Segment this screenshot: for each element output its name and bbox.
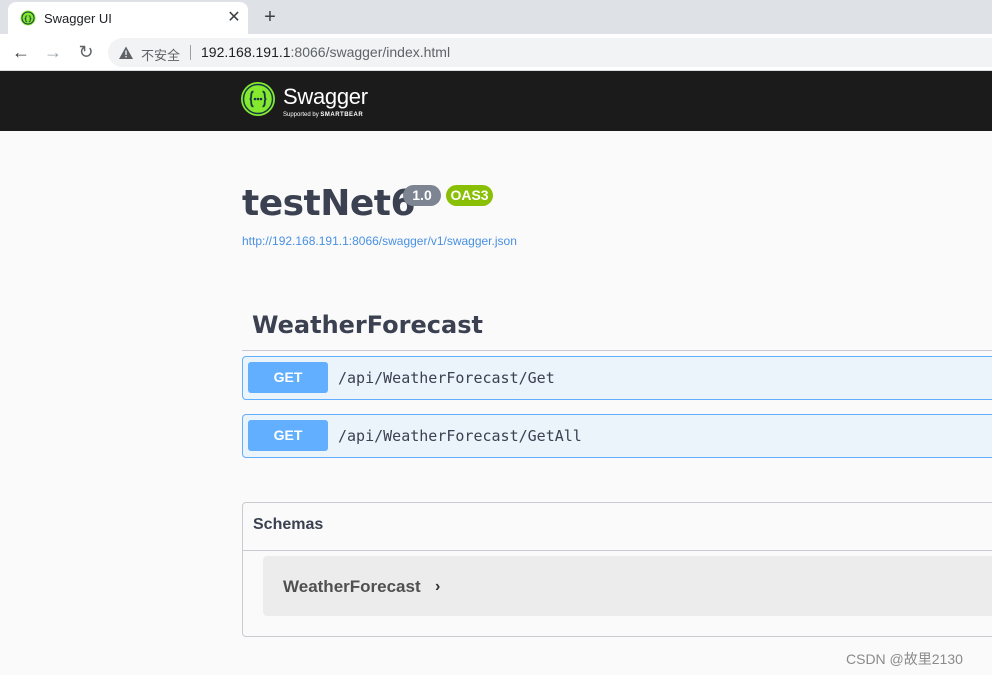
logo-sub-prefix: Supported by	[283, 112, 321, 118]
browser-tab-strip: {} Swagger UI ✕ +	[0, 0, 992, 34]
close-tab-icon[interactable]: ✕	[224, 8, 244, 28]
swagger-logo[interactable]: Swagger Supported by SMARTBEAR	[241, 82, 391, 122]
operation-get-weather[interactable]: GET /api/WeatherForecast/Get	[242, 356, 992, 400]
schemas-divider	[243, 550, 992, 551]
spec-url-link[interactable]: http://192.168.191.1:8066/swagger/v1/swa…	[242, 234, 517, 248]
schemas-section: Schemas WeatherForecast ›	[242, 502, 992, 637]
schemas-title[interactable]: Schemas	[253, 516, 323, 534]
version-badge: 1.0	[403, 185, 441, 206]
url-host: 192.168.191.1	[201, 44, 291, 60]
omnibox-divider	[190, 45, 191, 60]
url-text[interactable]: 192.168.191.1:8066/swagger/index.html	[201, 44, 450, 60]
tag-title[interactable]: WeatherForecast	[252, 311, 483, 339]
url-path: :8066/swagger/index.html	[290, 44, 451, 60]
api-title: testNet6	[242, 183, 416, 224]
method-badge: GET	[248, 362, 328, 393]
operation-path: /api/WeatherForecast/GetAll	[338, 427, 582, 445]
browser-toolbar: ← → ↻ 不安全 192.168.191.1:8066/swagger/ind…	[0, 34, 992, 71]
operation-path: /api/WeatherForecast/Get	[338, 369, 555, 387]
swagger-favicon-icon: {}	[20, 10, 36, 26]
tab-title: Swagger UI	[44, 11, 112, 26]
svg-text:{}: {}	[24, 15, 32, 23]
security-label[interactable]: 不安全	[141, 45, 180, 64]
swagger-topbar: Swagger Supported by SMARTBEAR	[0, 71, 992, 131]
tag-divider	[242, 350, 992, 351]
operation-get-all-weather[interactable]: GET /api/WeatherForecast/GetAll	[242, 414, 992, 458]
watermark: CSDN @故里2130	[846, 651, 963, 667]
chevron-right-icon[interactable]: ›	[435, 578, 440, 596]
forward-icon[interactable]: →	[41, 41, 65, 63]
reload-icon[interactable]: ↻	[74, 41, 98, 63]
method-badge: GET	[248, 420, 328, 451]
logo-sub-brand: SMARTBEAR	[320, 112, 364, 118]
logo-text: Swagger	[283, 84, 368, 109]
back-icon[interactable]: ←	[9, 41, 33, 63]
swagger-logo-icon	[241, 82, 275, 116]
logo-subtitle: Supported by SMARTBEAR	[283, 112, 363, 118]
new-tab-icon[interactable]: +	[258, 6, 282, 28]
oas-badge: OAS3	[446, 185, 493, 206]
model-name: WeatherForecast	[283, 577, 421, 596]
browser-tab[interactable]: {} Swagger UI ✕	[8, 2, 248, 34]
model-weatherforecast[interactable]: WeatherForecast ›	[263, 556, 992, 616]
warning-icon[interactable]	[118, 45, 134, 61]
address-bar[interactable]: 不安全 192.168.191.1:8066/swagger/index.htm…	[108, 38, 992, 67]
